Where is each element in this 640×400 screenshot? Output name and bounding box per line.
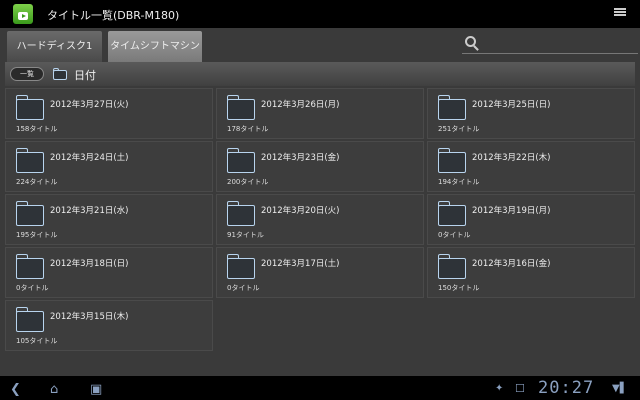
folder-item[interactable]: 2012年3月18日(日) 0タイトル <box>5 247 213 298</box>
search-input[interactable] <box>462 36 638 54</box>
folder-date: 2012年3月27日(火) <box>50 100 129 110</box>
folder-date: 2012年3月21日(水) <box>50 206 129 216</box>
tab-hard-disk[interactable]: ハードディスク1 <box>7 31 102 62</box>
folder-item[interactable]: 2012年3月15日(木) 105タイトル <box>5 300 213 351</box>
system-nav-bar: ❮ ⌂ ▣ ✦ ☐ 20:27 ▼▌ <box>0 376 640 400</box>
folder-count: 224タイトル <box>16 178 58 186</box>
app-title: タイトル一覧(DBR-M180) <box>47 9 180 22</box>
folder-date: 2012年3月26日(月) <box>261 100 340 110</box>
folder-date: 2012年3月20日(火) <box>261 206 340 216</box>
folder-date: 2012年3月24日(土) <box>50 153 129 163</box>
folder-icon <box>15 95 44 120</box>
folder-icon <box>226 95 255 120</box>
recent-apps-icon[interactable]: ▣ <box>90 382 102 397</box>
back-icon[interactable]: ❮ <box>10 382 21 397</box>
folder-count: 178タイトル <box>227 125 269 133</box>
folder-icon <box>15 201 44 226</box>
folder-date: 2012年3月18日(日) <box>50 259 129 269</box>
folder-icon <box>437 201 466 226</box>
folder-icon <box>437 254 466 279</box>
folder-icon <box>15 307 44 332</box>
folder-count: 195タイトル <box>16 231 58 239</box>
menu-icon[interactable] <box>614 8 626 20</box>
folder-date: 2012年3月17日(土) <box>261 259 340 269</box>
folder-date: 2012年3月25日(日) <box>472 100 551 110</box>
folder-icon <box>52 68 67 80</box>
folder-count: 105タイトル <box>16 337 58 345</box>
folder-icon <box>15 254 44 279</box>
folder-icon <box>15 148 44 173</box>
folder-date: 2012年3月22日(木) <box>472 153 551 163</box>
folder-item[interactable]: 2012年3月17日(土) 0タイトル <box>216 247 424 298</box>
list-button[interactable]: 一覧 <box>10 67 44 81</box>
folder-count: 0タイトル <box>227 284 260 292</box>
breadcrumb: 一覧 日付 <box>5 62 635 86</box>
folder-item[interactable]: 2012年3月16日(金) 150タイトル <box>427 247 635 298</box>
regza-app-icon <box>13 4 33 24</box>
folder-item[interactable]: 2012年3月24日(土) 224タイトル <box>5 141 213 192</box>
folder-count: 150タイトル <box>438 284 480 292</box>
folder-icon <box>226 254 255 279</box>
tab-time-shift-machine[interactable]: タイムシフトマシン <box>108 31 202 62</box>
folder-count: 0タイトル <box>438 231 471 239</box>
folder-count: 91タイトル <box>227 231 264 239</box>
folder-item[interactable]: 2012年3月20日(火) 91タイトル <box>216 194 424 245</box>
breadcrumb-current: 日付 <box>74 69 96 82</box>
folder-date: 2012年3月23日(金) <box>261 153 340 163</box>
folder-icon <box>437 95 466 120</box>
folder-date: 2012年3月19日(月) <box>472 206 551 216</box>
folder-item[interactable]: 2012年3月19日(月) 0タイトル <box>427 194 635 245</box>
wifi-battery-icon: ▼▌ <box>612 383 628 394</box>
folder-count: 251タイトル <box>438 125 480 133</box>
home-icon[interactable]: ⌂ <box>50 382 58 397</box>
folder-item[interactable]: 2012年3月27日(火) 158タイトル <box>5 88 213 139</box>
dtcp-icon: ☐ <box>515 382 525 395</box>
clock: 20:27 <box>538 378 595 398</box>
folder-item[interactable]: 2012年3月26日(月) 178タイトル <box>216 88 424 139</box>
usb-icon: ✦ <box>495 383 504 394</box>
folder-count: 158タイトル <box>16 125 58 133</box>
folder-count: 194タイトル <box>438 178 480 186</box>
folder-date: 2012年3月16日(金) <box>472 259 551 269</box>
title-bar: タイトル一覧(DBR-M180) <box>0 0 640 28</box>
folder-date: 2012年3月15日(木) <box>50 312 129 322</box>
folder-item[interactable]: 2012年3月21日(水) 195タイトル <box>5 194 213 245</box>
folder-item[interactable]: 2012年3月22日(木) 194タイトル <box>427 141 635 192</box>
folder-count: 0タイトル <box>16 284 49 292</box>
folder-icon <box>226 148 255 173</box>
folder-icon <box>437 148 466 173</box>
folder-count: 200タイトル <box>227 178 269 186</box>
folder-icon <box>226 201 255 226</box>
folder-item[interactable]: 2012年3月25日(日) 251タイトル <box>427 88 635 139</box>
folder-item[interactable]: 2012年3月23日(金) 200タイトル <box>216 141 424 192</box>
